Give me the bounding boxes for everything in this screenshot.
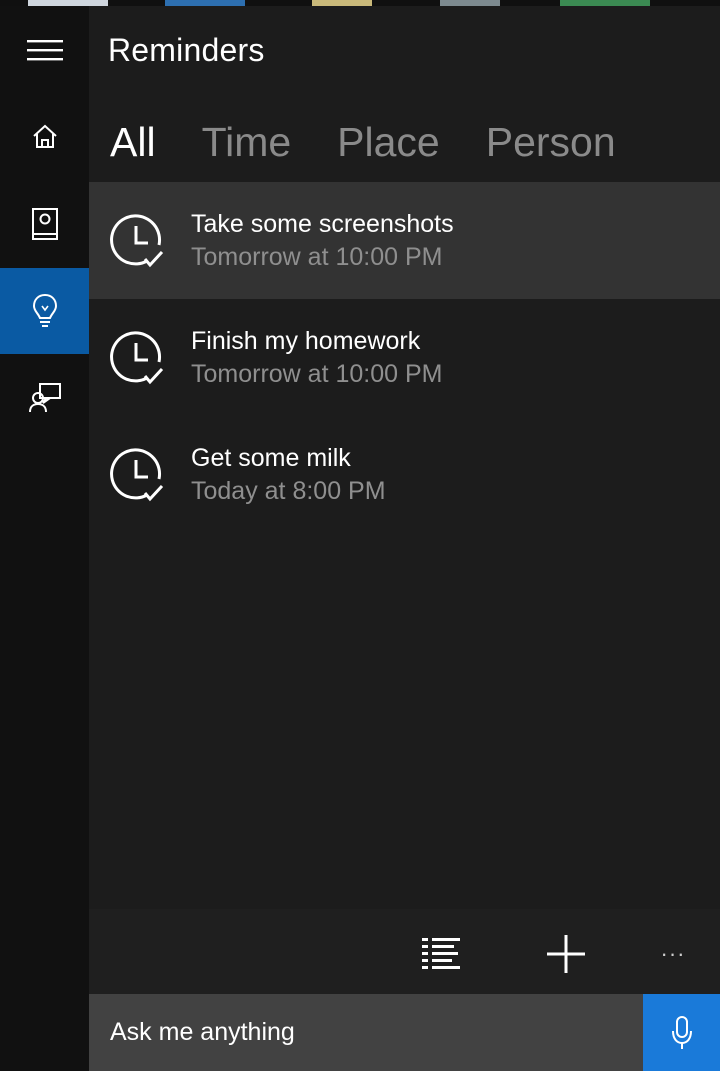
microphone-button[interactable] (643, 994, 720, 1071)
reminder-item[interactable]: Take some screenshots Tomorrow at 10:00 … (89, 182, 720, 299)
nav-rail (0, 6, 89, 1071)
nav-reminders-button[interactable] (0, 268, 89, 354)
reminder-time: Tomorrow at 10:00 PM (191, 360, 443, 388)
reminder-title: Take some screenshots (191, 210, 454, 238)
clock-check-icon (110, 448, 164, 502)
nav-notebook-button[interactable] (0, 181, 89, 267)
hamburger-menu-button[interactable] (0, 7, 89, 93)
reminder-title: Get some milk (191, 444, 351, 472)
clock-check-icon (110, 214, 164, 268)
reminder-item[interactable]: Get some milk Today at 8:00 PM (89, 416, 720, 533)
tab-person[interactable]: Person (486, 118, 616, 166)
plus-icon (547, 935, 585, 973)
hamburger-icon (26, 40, 63, 61)
list-view-button[interactable] (413, 926, 469, 982)
bottom-toolbar: ··· (89, 909, 720, 995)
reminders-panel: Reminders All Time Place Person Take som… (89, 6, 720, 1071)
search-input[interactable]: Ask me anything (110, 1018, 295, 1047)
more-icon: ··· (660, 941, 686, 966)
lightbulb-icon (32, 293, 57, 327)
tab-all[interactable]: All (110, 118, 156, 166)
reminder-list: Take some screenshots Tomorrow at 10:00 … (89, 182, 720, 533)
reminder-time: Today at 8:00 PM (191, 477, 386, 505)
tab-place[interactable]: Place (337, 118, 440, 166)
reminder-title: Finish my homework (191, 327, 421, 355)
list-icon (422, 938, 460, 969)
tab-time[interactable]: Time (202, 118, 292, 166)
nav-home-button[interactable] (0, 94, 89, 180)
feedback-icon (28, 383, 61, 413)
home-icon (32, 124, 57, 148)
page-title: Reminders (108, 32, 265, 68)
notebook-icon (31, 208, 58, 240)
nav-feedback-button[interactable] (0, 355, 89, 441)
reminder-time: Tomorrow at 10:00 PM (191, 243, 443, 271)
search-bar[interactable]: Ask me anything (89, 994, 720, 1071)
add-reminder-button[interactable] (538, 926, 594, 982)
clock-check-icon (110, 331, 164, 385)
more-button[interactable]: ··· (645, 926, 701, 982)
microphone-icon (671, 1015, 692, 1049)
reminder-item[interactable]: Finish my homework Tomorrow at 10:00 PM (89, 299, 720, 416)
filter-tabs: All Time Place Person (110, 118, 662, 166)
